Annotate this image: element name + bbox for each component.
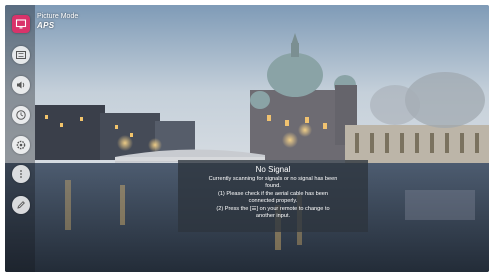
sound-icon [17, 81, 25, 89]
message-line: Currently scanning for signals or no sig… [208, 176, 338, 182]
edit-button[interactable] [12, 196, 30, 214]
more-icon [20, 170, 22, 178]
settings-button[interactable] [12, 136, 30, 154]
aspect-ratio-button[interactable] [12, 46, 30, 64]
picture-mode-value: APS [37, 21, 55, 30]
picture-mode-title: Picture Mode [37, 13, 79, 20]
side-menu [5, 5, 35, 272]
edit-icon [17, 201, 25, 209]
picture-mode-info: Picture Mode APS [37, 13, 78, 30]
message-line: (1) Please check if the aerial cable has… [217, 190, 329, 197]
aspect-ratio-icon [16, 51, 26, 59]
message-line: connected properly. [248, 198, 298, 205]
message-line: another input. [255, 213, 291, 220]
timer-button[interactable] [12, 106, 30, 124]
tv-screen: Picture Mode APS No Signal Currently sca… [5, 5, 489, 272]
picture-mode-button[interactable] [12, 15, 30, 33]
sound-button[interactable] [12, 76, 30, 94]
no-signal-dialog: No Signal Currently scanning for signals… [178, 160, 368, 232]
no-signal-message: Currently scanning for signals or no sig… [178, 176, 368, 220]
picture-mode-icon [15, 19, 27, 29]
no-signal-title: No Signal [255, 165, 291, 174]
message-line: (2) Press the [☰] on your remote to chan… [216, 205, 330, 212]
message-line: found. [265, 183, 281, 190]
settings-icon [16, 140, 26, 150]
more-button[interactable] [12, 165, 30, 183]
timer-icon [16, 110, 26, 120]
